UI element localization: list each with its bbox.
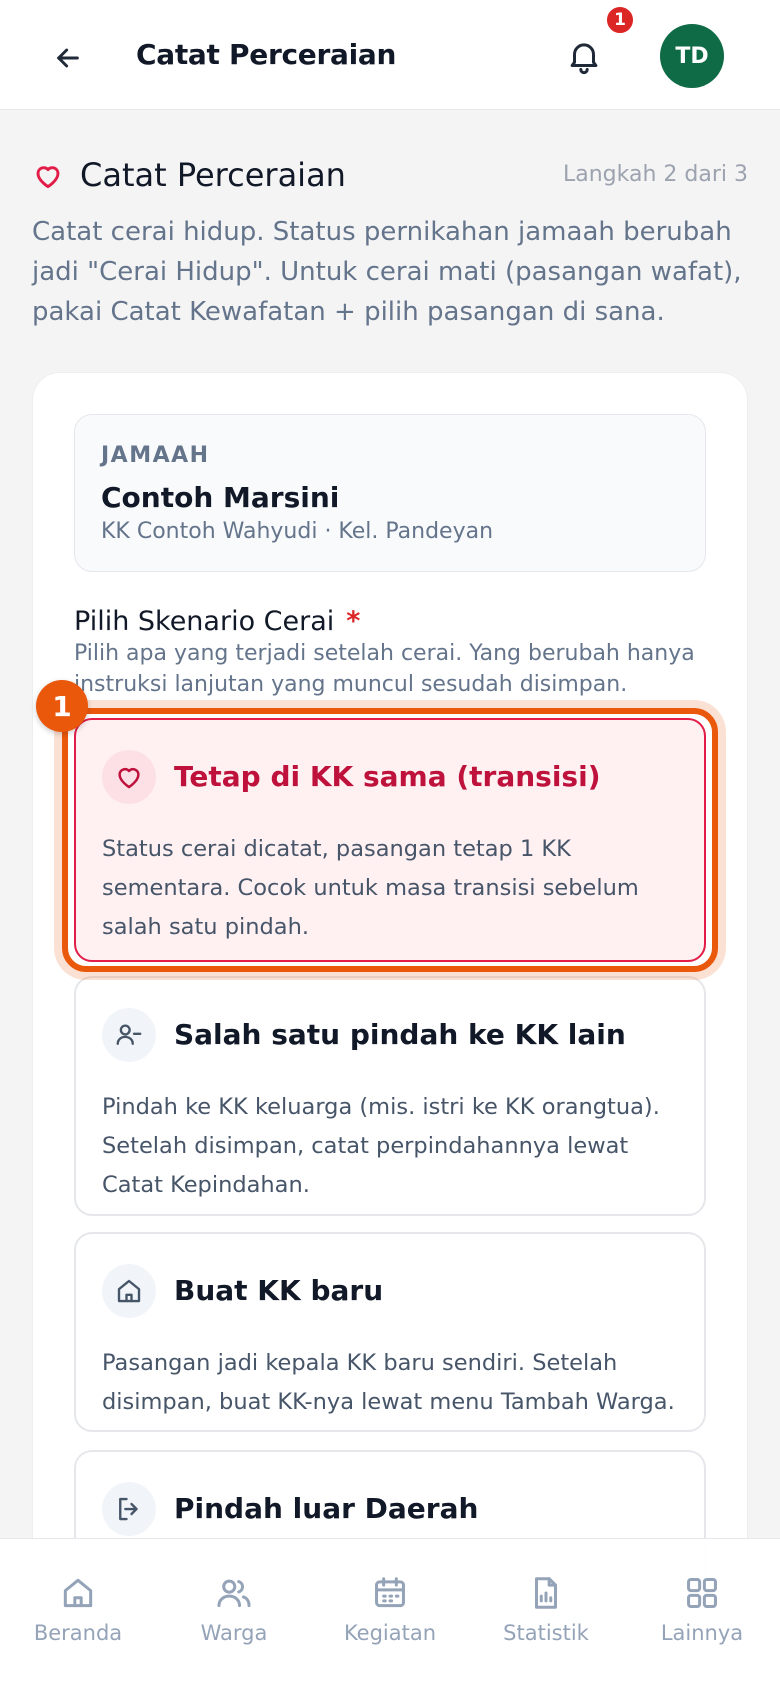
step-indicator: Langkah 2 dari 3 [562,162,748,187]
option-title: Salah satu pindah ke KK lain [174,1018,626,1051]
nav-item-lainnya[interactable]: Lainnya [624,1573,780,1653]
chart-file-icon [526,1573,566,1613]
scenario-label-text: Pilih Skenario Cerai [74,606,335,637]
heart-icon [36,166,60,189]
option-icon-wrap [102,1482,156,1536]
option-description: Pindah ke KK keluarga (mis. istri ke KK … [102,1094,660,1198]
option-icon-wrap [102,1008,156,1062]
option-icon-wrap [102,750,156,804]
jamaah-label: JAMAAH [101,443,210,468]
calendar-icon [370,1573,410,1613]
scenario-label: Pilih Skenario Cerai * [74,606,360,637]
header-title: Catat Perceraian [136,38,397,71]
nav-label: Kegiatan [343,1621,437,1645]
option-icon-wrap [102,1264,156,1318]
nav-label: Beranda [33,1621,123,1645]
home-icon [117,1279,141,1303]
nav-label: Lainnya [660,1621,744,1645]
avatar[interactable]: TD [660,24,724,88]
nav-label: Statistik [503,1621,589,1645]
option-title: Buat KK baru [174,1274,384,1307]
required-mark: * [346,606,361,637]
jamaah-summary: JAMAAH Contoh Marsini KK Contoh Wahyudi … [74,414,706,572]
nav-item-beranda[interactable]: Beranda [0,1573,156,1653]
step-marker: 1 [36,680,88,732]
jamaah-name: Contoh Marsini [101,481,340,514]
jamaah-meta: KK Contoh Wahyudi · Kel. Pandeyan [101,519,494,544]
notification-badge: 1 [604,4,636,36]
section-header: Catat Perceraian Langkah 2 dari 3 [32,156,748,196]
users-icon [214,1573,254,1613]
grid-icon [682,1573,722,1613]
page-title: Catat Perceraian [80,156,346,194]
option-title: Tetap di KK sama (transisi) [174,760,601,793]
page-description: Catat cerai hidup. Status pernikahan jam… [32,217,742,327]
nav-item-statistik[interactable]: Statistik [468,1573,624,1653]
nav-item-warga[interactable]: Warga [156,1573,312,1653]
scenario-option-transition[interactable]: Tetap di KK sama (transisi) Status cerai… [74,718,706,962]
logout-icon [119,1497,138,1521]
scenario-option-move-kk[interactable]: Salah satu pindah ke KK lain Pindah ke K… [74,976,706,1216]
scenario-option-new-kk[interactable]: Buat KK baru Pasangan jadi kepala KK bar… [74,1232,706,1432]
notifications-button[interactable] [560,32,608,80]
nav-item-kegiatan[interactable]: Kegiatan [312,1573,468,1653]
arrow-left-icon [57,48,79,68]
nav-label: Warga [200,1621,268,1645]
app-header: Catat Perceraian 1 TD [0,0,780,110]
option-description: Pasangan jadi kepala KK baru sendiri. Se… [102,1350,675,1415]
user-minus-icon [116,1024,142,1045]
bell-icon [570,43,598,75]
option-description: Status cerai dicatat, pasangan tetap 1 K… [102,836,639,940]
option-title: Pindah luar Daerah [174,1492,479,1525]
home-icon [58,1573,98,1613]
heart-icon [118,768,140,789]
scenario-hint: Pilih apa yang terjadi setelah cerai. Ya… [74,641,695,697]
back-button[interactable] [46,36,90,80]
bottom-nav: Beranda Warga Kegiatan Statistik Lainnya [0,1538,780,1688]
